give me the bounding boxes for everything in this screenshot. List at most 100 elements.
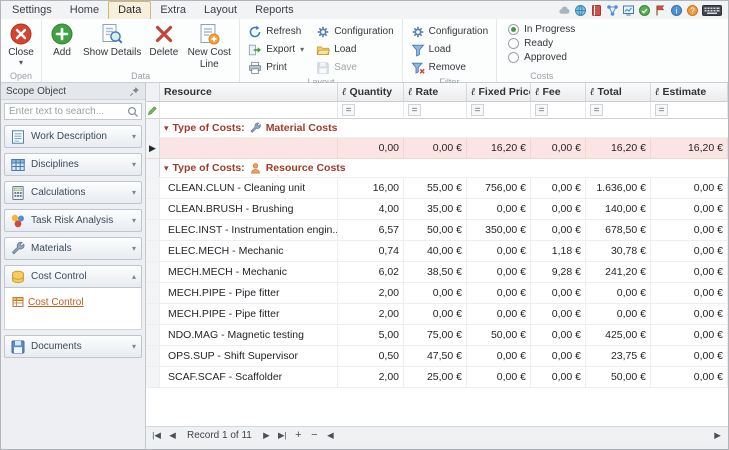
quantity-cell[interactable]: 6,02 [338, 262, 404, 283]
sidebar-item-calculations[interactable]: Calculations ▾ [4, 181, 142, 204]
fixed-price-cell[interactable]: 50,00 € [467, 325, 531, 346]
material-costs-summary-row[interactable]: ▶ 0,00 0,00 € 16,20 € 0,00 € 16,20 € 16,… [146, 138, 728, 159]
filter-remove-button[interactable]: Remove [406, 59, 493, 76]
layout-save-button[interactable]: Save [311, 59, 398, 76]
resource-cell[interactable]: MECH.PIPE - Pipe fitter [160, 304, 338, 325]
quantity-cell[interactable]: 2,00 [338, 304, 404, 325]
add-button[interactable]: Add [45, 20, 79, 59]
filter-cell-quantity[interactable]: = [338, 102, 404, 119]
column-header-fee[interactable]: ℓFee [531, 83, 586, 102]
flag-icon[interactable] [654, 4, 667, 17]
resource-cell[interactable]: SCAF.SCAF - Scaffolder [160, 367, 338, 388]
column-header-estimate[interactable]: ℓEstimate [651, 83, 728, 102]
fee-cell[interactable]: 1,18 € [531, 241, 586, 262]
column-header-resource[interactable]: Resource [160, 83, 338, 102]
group-row-resource-costs[interactable]: ▾ Type of Costs: Resource Costs [146, 159, 728, 178]
estimate-cell[interactable]: 0,00 € [651, 325, 728, 346]
radio-approved[interactable]: Approved [508, 52, 575, 63]
total-cell[interactable]: 50,00 € [586, 367, 651, 388]
fixed-price-cell[interactable]: 0,00 € [467, 367, 531, 388]
filter-cell-rate[interactable]: = [404, 102, 467, 119]
table-row[interactable]: CLEAN.CLUN - Cleaning unit 16,00 55,00 €… [146, 178, 728, 199]
fixed-price-cell[interactable]: 0,00 € [467, 346, 531, 367]
fixed-price-cell[interactable]: 350,00 € [467, 220, 531, 241]
rate-cell[interactable]: 0,00 € [404, 283, 467, 304]
quantity-cell[interactable]: 0,50 [338, 346, 404, 367]
estimate-cell[interactable]: 16,20 € [651, 138, 728, 159]
table-row[interactable]: ELEC.MECH - Mechanic 0,74 40,00 € 0,00 €… [146, 241, 728, 262]
fee-cell[interactable]: 0,00 € [531, 199, 586, 220]
share-icon[interactable] [606, 4, 619, 17]
fee-cell[interactable]: 9,28 € [531, 262, 586, 283]
fixed-price-cell[interactable]: 0,00 € [467, 241, 531, 262]
cost-control-link[interactable]: Cost Control [12, 296, 84, 308]
cloud-icon[interactable] [558, 4, 571, 17]
filter-cell-total[interactable]: = [586, 102, 651, 119]
sidebar-item-cost-control[interactable]: Cost Control ▴ [4, 265, 142, 288]
fee-cell[interactable]: 0,00 € [531, 178, 586, 199]
estimate-cell[interactable]: 0,00 € [651, 220, 728, 241]
radio-in-progress[interactable]: In Progress [508, 24, 575, 35]
fixed-price-cell[interactable]: 756,00 € [467, 178, 531, 199]
info-icon[interactable]: i [670, 4, 683, 17]
refresh-button[interactable]: Refresh [243, 23, 309, 40]
quantity-cell[interactable]: 0,74 [338, 241, 404, 262]
nav-first-button[interactable]: |◀ [149, 428, 164, 442]
total-cell[interactable]: 23,75 € [586, 346, 651, 367]
keyboard-icon[interactable] [702, 4, 722, 17]
estimate-cell[interactable]: 0,00 € [651, 304, 728, 325]
tab-reports[interactable]: Reports [246, 2, 303, 19]
total-cell[interactable]: 425,00 € [586, 325, 651, 346]
fixed-price-cell[interactable]: 16,20 € [467, 138, 531, 159]
total-cell[interactable]: 678,50 € [586, 220, 651, 241]
column-header-quantity[interactable]: ℓQuantity [338, 83, 404, 102]
resource-cell[interactable]: ELEC.INST - Instrumentation engin... [160, 220, 338, 241]
sidebar-item-documents[interactable]: Documents ▾ [4, 335, 142, 358]
notebook-icon[interactable] [590, 4, 603, 17]
tab-extra[interactable]: Extra [151, 2, 195, 19]
group-collapse-icon[interactable]: ▾ [164, 163, 169, 174]
hscroll-left-button[interactable]: ◀ [323, 428, 338, 442]
new-cost-line-button[interactable]: New Cost Line [182, 20, 236, 70]
resource-cell[interactable]: MECH.PIPE - Pipe fitter [160, 283, 338, 304]
tab-data[interactable]: Data [108, 1, 151, 19]
nav-prev-button[interactable]: ◀ [165, 428, 180, 442]
fee-cell[interactable]: 0,00 € [531, 346, 586, 367]
table-row[interactable]: SCAF.SCAF - Scaffolder 2,00 25,00 € 0,00… [146, 367, 728, 388]
rate-cell[interactable]: 35,00 € [404, 199, 467, 220]
group-row-material-costs[interactable]: ▾ Type of Costs: Material Costs [146, 119, 728, 138]
filter-load-button[interactable]: Load [406, 41, 493, 58]
resource-cell[interactable]: MECH.MECH - Mechanic [160, 262, 338, 283]
nav-append-button[interactable]: + [291, 428, 306, 442]
close-button[interactable]: Close ▾ [4, 20, 38, 66]
estimate-cell[interactable]: 0,00 € [651, 262, 728, 283]
quantity-cell[interactable]: 4,00 [338, 199, 404, 220]
pin-icon[interactable] [129, 86, 140, 97]
filter-cell-estimate[interactable]: = [651, 102, 728, 119]
total-cell[interactable]: 30,78 € [586, 241, 651, 262]
table-row[interactable]: ELEC.INST - Instrumentation engin... 6,5… [146, 220, 728, 241]
resource-cell[interactable]: NDO.MAG - Magnetic testing [160, 325, 338, 346]
export-button[interactable]: Export ▾ [243, 41, 309, 58]
filter-cell-fee[interactable]: = [531, 102, 586, 119]
tab-home[interactable]: Home [61, 2, 108, 19]
quantity-cell[interactable]: 6,57 [338, 220, 404, 241]
help-icon[interactable]: ? [686, 4, 699, 17]
chart-monitor-icon[interactable] [622, 4, 635, 17]
rate-cell[interactable]: 0,00 € [404, 304, 467, 325]
estimate-cell[interactable]: 0,00 € [651, 346, 728, 367]
total-cell[interactable]: 0,00 € [586, 283, 651, 304]
fee-cell[interactable]: 0,00 € [531, 304, 586, 325]
total-cell[interactable]: 140,00 € [586, 199, 651, 220]
column-header-total[interactable]: ℓTotal [586, 83, 651, 102]
table-row[interactable]: NDO.MAG - Magnetic testing 5,00 75,00 € … [146, 325, 728, 346]
fee-cell[interactable]: 0,00 € [531, 325, 586, 346]
globe-icon[interactable] [574, 4, 587, 17]
group-collapse-icon[interactable]: ▾ [164, 123, 169, 134]
filter-cell-fixed-price[interactable]: = [467, 102, 531, 119]
estimate-cell[interactable]: 0,00 € [651, 199, 728, 220]
nav-delete-button[interactable]: − [307, 428, 322, 442]
table-row[interactable]: CLEAN.BRUSH - Brushing 4,00 35,00 € 0,00… [146, 199, 728, 220]
total-cell[interactable]: 16,20 € [586, 138, 651, 159]
rate-cell[interactable]: 25,00 € [404, 367, 467, 388]
